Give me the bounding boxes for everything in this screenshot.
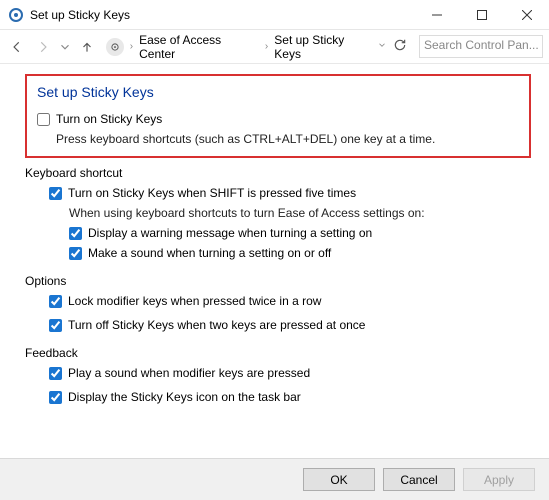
cancel-button[interactable]: Cancel <box>383 468 455 491</box>
up-button[interactable] <box>76 36 98 58</box>
turn-on-sticky-keys-label: Turn on Sticky Keys <box>56 112 162 126</box>
turn-on-sticky-keys-checkbox[interactable] <box>37 113 50 126</box>
content-area: Set up Sticky Keys Turn on Sticky Keys P… <box>0 64 549 404</box>
lock-modifiers-row[interactable]: Lock modifier keys when pressed twice in… <box>49 294 531 308</box>
display-warning-checkbox[interactable] <box>69 227 82 240</box>
keyboard-shortcut-section: Keyboard shortcut Turn on Sticky Keys wh… <box>25 166 531 260</box>
make-sound-row[interactable]: Make a sound when turning a setting on o… <box>69 246 531 260</box>
breadcrumb-sticky-keys[interactable]: Set up Sticky Keys <box>274 33 373 61</box>
window-controls <box>414 1 549 29</box>
make-sound-checkbox[interactable] <box>69 247 82 260</box>
minimize-button[interactable] <box>414 1 459 29</box>
lock-modifiers-label: Lock modifier keys when pressed twice in… <box>68 294 321 308</box>
turn-off-two-keys-row[interactable]: Turn off Sticky Keys when two keys are p… <box>49 318 531 332</box>
feedback-section: Feedback Play a sound when modifier keys… <box>25 346 531 404</box>
play-sound-checkbox[interactable] <box>49 367 62 380</box>
display-warning-row[interactable]: Display a warning message when turning a… <box>69 226 531 240</box>
turn-off-two-keys-label: Turn off Sticky Keys when two keys are p… <box>68 318 365 332</box>
turn-on-sticky-keys-row[interactable]: Turn on Sticky Keys <box>37 112 519 126</box>
breadcrumb-separator-icon: › <box>263 41 270 52</box>
breadcrumb: › Ease of Access Center › Set up Sticky … <box>106 33 373 61</box>
shift-five-times-row[interactable]: Turn on Sticky Keys when SHIFT is presse… <box>49 186 531 200</box>
taskbar-icon-checkbox[interactable] <box>49 391 62 404</box>
maximize-button[interactable] <box>459 1 504 29</box>
search-input[interactable]: Search Control Pan... <box>419 35 543 58</box>
lock-modifiers-checkbox[interactable] <box>49 295 62 308</box>
feedback-title: Feedback <box>25 346 531 360</box>
ok-button[interactable]: OK <box>303 468 375 491</box>
options-section: Options Lock modifier keys when pressed … <box>25 274 531 332</box>
titlebar: Set up Sticky Keys <box>0 0 549 30</box>
nav-toolbar: › Ease of Access Center › Set up Sticky … <box>0 30 549 64</box>
back-button[interactable] <box>6 36 28 58</box>
recent-dropdown-icon[interactable] <box>58 36 72 58</box>
sticky-keys-description: Press keyboard shortcuts (such as CTRL+A… <box>56 132 519 146</box>
close-button[interactable] <box>504 1 549 29</box>
apply-button[interactable]: Apply <box>463 468 535 491</box>
play-sound-row[interactable]: Play a sound when modifier keys are pres… <box>49 366 531 380</box>
display-warning-label: Display a warning message when turning a… <box>88 226 372 240</box>
shift-five-times-label: Turn on Sticky Keys when SHIFT is presse… <box>68 186 356 200</box>
page-heading: Set up Sticky Keys <box>37 84 519 100</box>
keyboard-shortcut-title: Keyboard shortcut <box>25 166 531 180</box>
taskbar-icon-row[interactable]: Display the Sticky Keys icon on the task… <box>49 390 531 404</box>
taskbar-icon-label: Display the Sticky Keys icon on the task… <box>68 390 301 404</box>
address-dropdown-icon[interactable] <box>377 40 387 53</box>
turn-off-two-keys-checkbox[interactable] <box>49 319 62 332</box>
make-sound-label: Make a sound when turning a setting on o… <box>88 246 331 260</box>
control-panel-icon <box>8 7 24 23</box>
window-title: Set up Sticky Keys <box>30 8 414 22</box>
breadcrumb-ease-of-access[interactable]: Ease of Access Center <box>139 33 259 61</box>
refresh-button[interactable] <box>393 38 407 55</box>
footer: OK Cancel Apply <box>0 458 549 500</box>
ease-of-access-subdesc: When using keyboard shortcuts to turn Ea… <box>69 206 531 220</box>
breadcrumb-separator-icon: › <box>128 41 135 52</box>
shift-five-times-checkbox[interactable] <box>49 187 62 200</box>
play-sound-label: Play a sound when modifier keys are pres… <box>68 366 310 380</box>
options-title: Options <box>25 274 531 288</box>
control-panel-home-icon[interactable] <box>106 38 124 56</box>
forward-button[interactable] <box>32 36 54 58</box>
main-toggle-section: Set up Sticky Keys Turn on Sticky Keys P… <box>25 74 531 158</box>
